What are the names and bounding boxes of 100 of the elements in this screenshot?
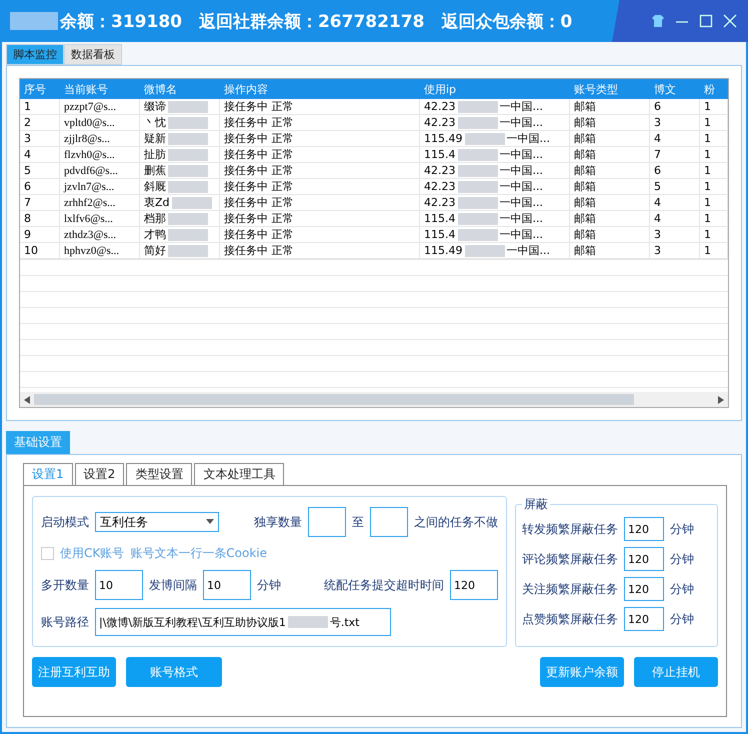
table-cell: 6: [650, 163, 700, 178]
path-field[interactable]: |\微博\新版互利教程\互利互助协议版1 号.txt: [95, 608, 391, 636]
field-label: 关注频繁屏蔽任务: [522, 580, 618, 598]
blurred-text: [464, 132, 504, 144]
table-cell: 115.49: [424, 244, 462, 257]
column-header[interactable]: 序号: [20, 82, 60, 96]
blurred-text: [168, 148, 208, 160]
blurred-text: [168, 212, 208, 224]
blurred-text: [168, 132, 208, 144]
group-title: 屏蔽: [523, 496, 549, 513]
input-field[interactable]: 120: [624, 547, 664, 571]
table-cell: 1: [700, 243, 728, 258]
table-cell: 邮箱: [570, 115, 650, 130]
table-cell: 3: [20, 131, 60, 146]
table-cell: 1: [20, 99, 60, 114]
blurred-text: [458, 148, 498, 160]
table-cell: 4: [650, 131, 700, 146]
tab[interactable]: 文本处理工具: [194, 463, 284, 485]
table-cell: 档那: [144, 211, 166, 226]
field-label: 点赞频繁屏蔽任务: [522, 610, 618, 628]
input-field[interactable]: 120: [624, 607, 664, 631]
shirt-icon[interactable]: [650, 13, 666, 29]
table-cell: 衷Zd: [144, 195, 170, 210]
field-label: 发博间隔: [149, 576, 197, 594]
table-cell: 一中国...: [500, 147, 543, 162]
column-header[interactable]: 粉: [700, 82, 728, 96]
tab[interactable]: 设置1: [23, 463, 73, 485]
column-header[interactable]: 当前账号: [60, 82, 140, 96]
unit-label: 分钟: [257, 576, 281, 594]
column-header[interactable]: 微博名: [140, 82, 220, 96]
table-cell: 6: [650, 99, 700, 114]
table-cell: 5: [20, 163, 60, 178]
table-cell: 一中国...: [506, 243, 550, 258]
maximize-icon[interactable]: [698, 13, 714, 29]
hint-text: 账号文本一行一条Cookie: [130, 545, 267, 562]
table-cell: 缀谛: [144, 99, 166, 114]
table-cell: 1: [700, 195, 728, 210]
input-field[interactable]: 10: [95, 570, 143, 600]
table-cell: 邮箱: [570, 179, 650, 194]
table-cell: vpltd0@s...: [60, 115, 140, 130]
table-cell: 115.49: [424, 132, 462, 145]
unit-label: 分钟: [670, 580, 694, 598]
table-cell: 接任务中 正常: [220, 163, 420, 178]
table-cell: 简好: [144, 243, 166, 258]
table-cell: 接任务中 正常: [220, 99, 420, 114]
tab[interactable]: 脚本监控: [6, 44, 64, 65]
input-field[interactable]: [370, 507, 408, 537]
table-cell: 1: [700, 179, 728, 194]
field-label: 至: [352, 514, 364, 530]
table-cell: 一中国...: [500, 179, 543, 194]
table-cell: 接任务中 正常: [220, 131, 420, 146]
table-cell: zjjlr8@s...: [60, 131, 140, 146]
table-cell: 疑新: [144, 131, 166, 146]
table-cell: 4: [650, 211, 700, 226]
scroll-right-icon[interactable]: [718, 396, 724, 404]
input-field[interactable]: 10: [203, 570, 251, 600]
table-cell: 1: [700, 163, 728, 178]
blurred-text: [458, 196, 498, 208]
blurred-text: [458, 100, 498, 112]
table-cell: pdvdf6@s...: [60, 163, 140, 178]
tab[interactable]: 设置2: [74, 463, 124, 485]
input-field[interactable]: [308, 507, 346, 537]
table-cell: zrhhf2@s...: [60, 195, 140, 210]
scroll-left-icon[interactable]: [24, 396, 30, 404]
table-cell: 3: [650, 115, 700, 130]
tab[interactable]: 数据看板: [64, 44, 122, 65]
table-cell: 丶忱: [144, 115, 166, 130]
table-cell: 一中国...: [500, 227, 543, 242]
table-cell: 一中国...: [500, 211, 543, 226]
blurred-text: [464, 244, 504, 256]
field-label: 独享数量: [254, 514, 302, 530]
table-cell: 1: [700, 131, 728, 146]
table-cell: 接任务中 正常: [220, 115, 420, 130]
table-cell: hphvz0@s...: [60, 243, 140, 258]
field-label: 转发频繁屏蔽任务: [522, 520, 618, 538]
mode-dropdown[interactable]: 互利任务: [95, 512, 219, 532]
input-field[interactable]: 120: [450, 570, 498, 600]
column-header[interactable]: 博文: [650, 82, 700, 96]
table-cell: 接任务中 正常: [220, 227, 420, 242]
input-field[interactable]: 120: [624, 517, 664, 541]
close-icon[interactable]: [722, 13, 738, 29]
table-cell: lxlfv6@s...: [60, 211, 140, 226]
table-cell: 接任务中 正常: [220, 195, 420, 210]
blurred-text: [458, 180, 498, 192]
field-label: 账号路径: [41, 614, 89, 630]
horizontal-scrollbar[interactable]: [20, 392, 728, 407]
table-cell: 1: [700, 211, 728, 226]
table-cell: 10: [20, 243, 60, 258]
table-cell: 邮箱: [570, 99, 650, 114]
column-header[interactable]: 账号类型: [570, 82, 650, 96]
table-cell: 8: [20, 211, 60, 226]
table-cell: 42.23: [424, 116, 456, 129]
table-cell: 邮箱: [570, 131, 650, 146]
column-header[interactable]: 使用ip: [420, 82, 570, 96]
input-field[interactable]: 120: [624, 577, 664, 601]
tab[interactable]: 类型设置: [126, 463, 192, 485]
column-header[interactable]: 操作内容: [220, 82, 420, 96]
table-cell: 7: [20, 195, 60, 210]
field-label: 统配任务提交超时时间: [324, 576, 444, 594]
table-cell: 接任务中 正常: [220, 243, 420, 258]
